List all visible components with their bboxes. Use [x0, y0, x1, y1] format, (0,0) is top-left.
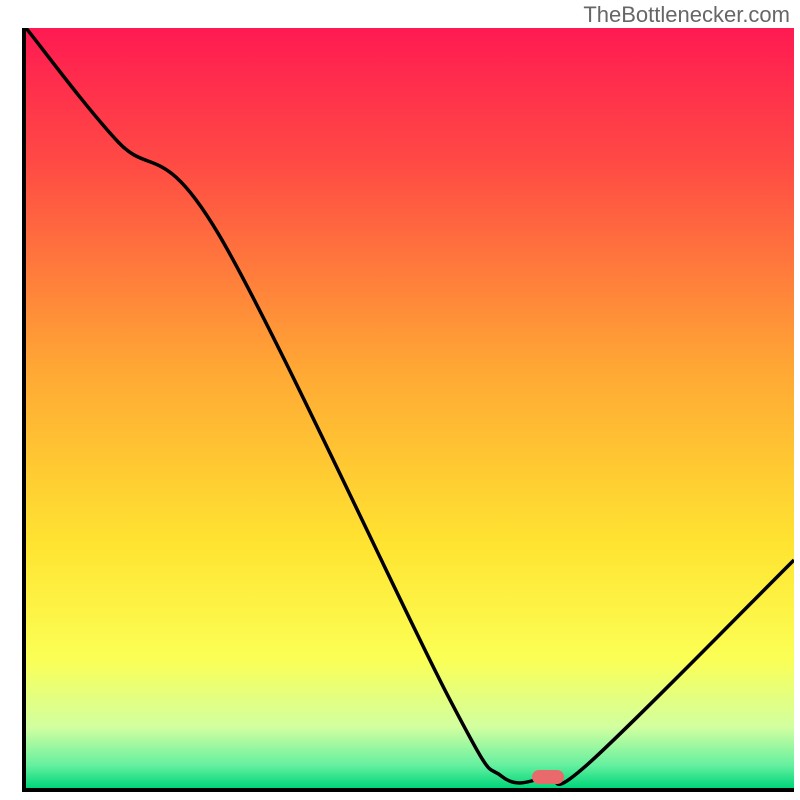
optimal-marker: [532, 770, 564, 784]
chart-container: TheBottlenecker.com: [0, 0, 800, 800]
watermark-text: TheBottlenecker.com: [583, 2, 790, 28]
bottleneck-curve: [26, 28, 794, 788]
plot-area: [22, 28, 794, 792]
